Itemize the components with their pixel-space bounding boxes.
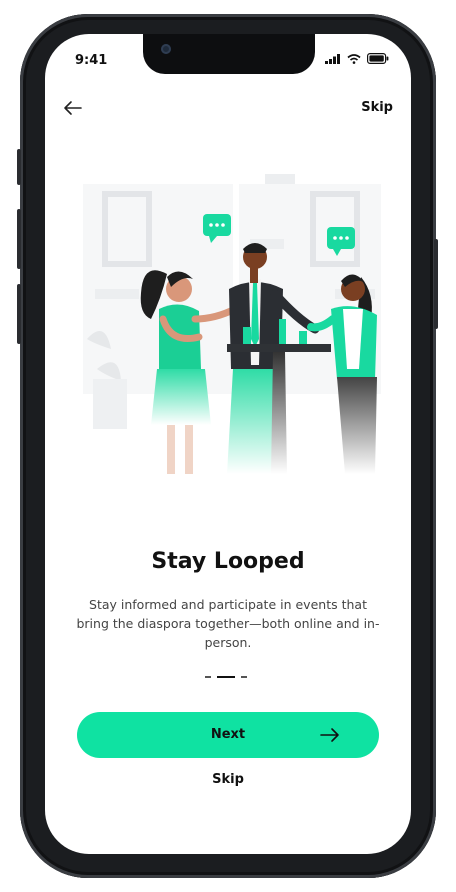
skip-link-top[interactable]: Skip (361, 100, 393, 115)
onboarding-description: Stay informed and participate in events … (76, 597, 380, 650)
power-button (434, 239, 438, 329)
onboarding-illustration (75, 169, 381, 475)
status-icons (325, 53, 389, 64)
next-button[interactable]: Next (77, 712, 379, 758)
notch (143, 34, 315, 74)
arrow-right-icon (320, 728, 339, 742)
volume-down-button (17, 284, 21, 344)
page-indicator (205, 676, 247, 678)
wifi-icon (347, 53, 361, 64)
front-camera (161, 44, 171, 54)
cellular-signal-icon (325, 53, 340, 64)
arrow-left-icon (64, 101, 82, 115)
onboarding-title: Stay Looped (151, 549, 305, 574)
page-dot-2-active[interactable] (217, 676, 235, 678)
mute-switch (17, 149, 21, 185)
page-dot-1[interactable] (205, 676, 211, 678)
skip-link-bottom[interactable]: Skip (45, 772, 411, 787)
battery-icon (367, 53, 389, 64)
status-time: 9:41 (75, 53, 108, 68)
app-screen: 9:41 Skip Stay Looped Stay informed and … (45, 34, 411, 854)
volume-up-button (17, 209, 21, 269)
page-dot-3[interactable] (241, 676, 247, 678)
back-button[interactable] (61, 96, 89, 120)
